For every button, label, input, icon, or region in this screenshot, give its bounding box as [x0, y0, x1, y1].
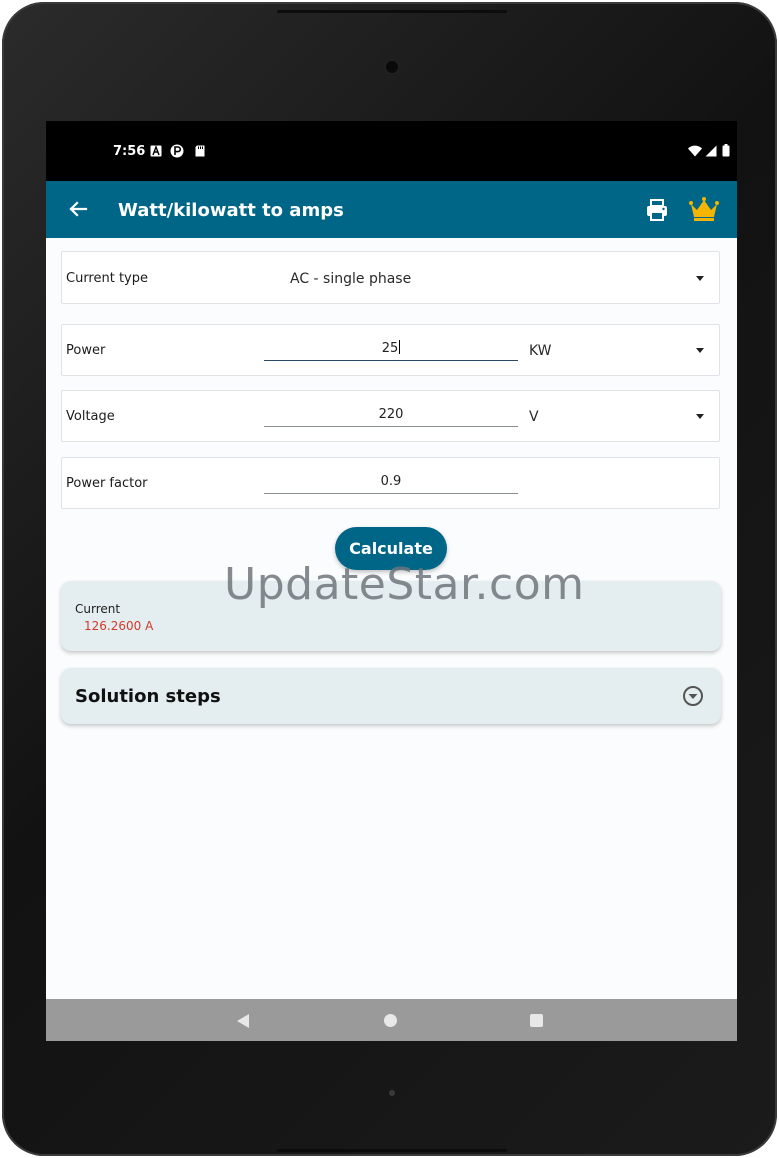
tablet-top-edge [277, 10, 507, 13]
solution-steps-title: Solution steps [75, 686, 221, 707]
voltage-unit-select[interactable]: V [529, 409, 539, 425]
current-type-dropdown-icon[interactable] [696, 276, 704, 281]
power-factor-input[interactable]: 0.9 [264, 471, 518, 494]
screen: 7:56 Watt/kilowatt to amps Current type … [46, 121, 737, 1041]
nav-back-icon[interactable] [236, 1013, 250, 1029]
power-label: Power [66, 343, 106, 358]
tablet-bottom-edge [277, 1149, 507, 1152]
text-cursor [399, 340, 401, 354]
tablet-frame: 7:56 Watt/kilowatt to amps Current type … [2, 2, 777, 1156]
voltage-row: Voltage 220 V [61, 390, 720, 442]
watermark: UpdateStar.com [224, 559, 585, 610]
cellular-signal-icon [705, 145, 717, 157]
power-unit-select[interactable]: KW [529, 343, 552, 359]
a-notification-icon [150, 145, 162, 157]
power-value: 25 [381, 341, 399, 356]
nav-home-icon[interactable] [384, 1014, 397, 1027]
app-bar: Watt/kilowatt to amps [46, 181, 737, 238]
premium-crown-icon[interactable] [688, 195, 720, 223]
voltage-label: Voltage [66, 409, 115, 424]
wifi-icon [688, 145, 702, 157]
system-nav-bar [46, 999, 737, 1041]
result-value: 126.2600 A [84, 619, 154, 633]
print-icon[interactable] [644, 197, 670, 223]
proximity-sensor [389, 1090, 395, 1096]
current-type-label: Current type [66, 271, 148, 286]
back-arrow-icon[interactable] [64, 195, 92, 223]
p-notification-icon [170, 144, 184, 158]
expand-chevron-icon[interactable] [682, 685, 704, 707]
front-camera [386, 61, 398, 73]
solution-steps-card[interactable]: Solution steps [61, 668, 721, 724]
voltage-input[interactable]: 220 [264, 404, 518, 427]
status-time: 7:56 [113, 144, 146, 159]
result-label: Current [75, 602, 121, 616]
page-title: Watt/kilowatt to amps [118, 200, 344, 221]
current-type-row[interactable]: Current type AC - single phase [61, 251, 720, 304]
power-unit-dropdown-icon[interactable] [696, 348, 704, 353]
sd-card-icon [195, 145, 205, 157]
current-type-select[interactable]: AC - single phase [290, 271, 411, 287]
power-factor-row: Power factor 0.9 [61, 457, 720, 509]
power-row: Power 25 KW [61, 324, 720, 376]
status-bar: 7:56 [46, 121, 737, 181]
voltage-unit-dropdown-icon[interactable] [696, 414, 704, 419]
power-input[interactable]: 25 [264, 338, 518, 361]
nav-recents-icon[interactable] [530, 1014, 543, 1027]
power-factor-label: Power factor [66, 476, 148, 491]
battery-icon [722, 144, 730, 157]
